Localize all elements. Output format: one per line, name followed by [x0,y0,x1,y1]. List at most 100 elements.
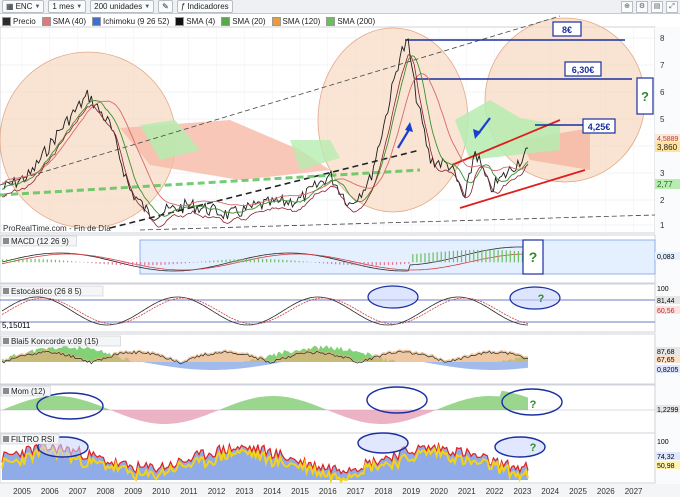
macd-bar [339,262,341,265]
macd-bar [351,262,353,266]
macd-bar [473,249,475,263]
x-tick-label: 2011 [180,487,198,496]
macd-bar [176,262,178,264]
macd-bar [444,251,446,263]
macd-bar [156,262,158,266]
macd-bar [34,258,36,263]
macd-bar [367,262,369,266]
macd-bar [123,262,126,266]
macd-bar [404,262,406,265]
macd-bar [144,262,146,266]
macd-bar [481,249,483,263]
macd-bar [363,262,365,266]
macd-bar [282,259,284,263]
macd-bar [160,262,162,265]
panel-title[interactable]: Blai5 Koncorde v.09 (15) [0,335,121,347]
macd-bar [225,259,227,263]
target-label-630: 6,30€ [572,65,595,75]
macd-bar [477,249,479,263]
macd-bar [217,260,219,263]
macd-bar [513,250,515,263]
highlight-ellipse-stoch-1 [367,285,419,309]
price-badge-2-text: 3,860 [657,143,678,152]
macd-bar [115,262,117,265]
macd-bar [322,262,325,264]
macd-bar [127,262,130,266]
macd-bar [87,262,89,263]
macd-bar [50,259,52,263]
macd-bar [148,262,150,266]
x-tick-label: 2022 [486,487,504,496]
macd-bar [400,262,402,265]
panel-icon [3,238,9,244]
rsi-tick-100: 100 [657,439,669,446]
macd-bar [184,262,186,264]
x-tick-label: 2006 [41,487,59,496]
panel-title-text: Mom (12) [11,387,46,396]
macd-bar [30,258,32,263]
macd-bar [424,253,426,263]
panel-title[interactable]: Estocástico (26 8 5) [0,285,104,297]
macd-value: 0,083 [657,254,675,261]
question-mark: ? [529,249,538,265]
macd-bar [253,258,256,263]
macd-bar [111,262,113,265]
konc-value-1: 87,68 [657,349,675,356]
macd-bar [131,262,134,266]
target-box-8[interactable]: 8€ [552,21,582,37]
price-badge-3-text: 2,77 [657,180,673,189]
macd-bar [249,258,251,263]
mom-value: 1,2299 [657,407,679,414]
macd-bar [188,262,191,263]
macd-bar [266,258,268,263]
macd-bar [2,259,4,263]
macd-bar [221,259,223,263]
x-tick-label: 2021 [458,487,476,496]
panel-icon [3,436,9,442]
stoch-left-value: 5,15011 [2,321,31,330]
macd-bar [14,258,16,263]
question-mark: ? [641,89,649,104]
chart-canvas: 8€ 6,30€ 4,25€ ? 87654321 4,5889 3,860 2… [0,15,680,497]
macd-bar [140,262,142,266]
panel-icon [3,288,9,294]
panel-title[interactable]: MACD (12 26 9) [0,235,77,247]
macd-bar [66,260,69,263]
rsi-value-1: 74,32 [657,454,675,461]
panel-title[interactable]: FILTRO RSI [0,433,60,445]
macd-bar [99,262,101,264]
macd-bar [505,250,507,263]
konc-value-2: 67,65 [657,357,675,364]
macd-bar [42,259,44,263]
macd-bar [38,259,40,263]
panel-title-text: MACD (12 26 9) [11,237,69,246]
macd-bar [314,262,316,263]
macd-bar [497,250,499,263]
macd-bar [136,262,138,266]
macd-bar [237,259,239,263]
macd-bar [18,258,20,263]
x-tick-label: 2020 [430,487,448,496]
panel-title-text: Blai5 Koncorde v.09 (15) [11,337,99,346]
question-mark: ? [530,399,537,411]
macd-bar [485,249,487,263]
macd-bar [172,262,174,265]
price-badge-1-text: 4,5889 [657,136,679,143]
target-box-425[interactable]: 4,25€ [582,118,616,134]
x-tick-label: 2007 [69,487,87,496]
question-mark: ? [538,293,545,305]
panel-title[interactable]: Mom (12) [0,385,51,397]
macd-bar [412,254,414,263]
macd-bar [335,262,337,265]
macd-bar [103,262,105,265]
macd-bar [257,258,260,263]
y-tick-label: 7 [660,61,665,70]
macd-bar [164,262,166,265]
macd-bar [489,249,491,263]
macd-bar [22,258,24,263]
stoch-value-1: 81,44 [657,298,675,305]
macd-bar [383,262,385,266]
y-tick-label: 5 [660,115,665,124]
rsi-value-2: 50,98 [657,463,675,470]
target-box-630[interactable]: 6,30€ [564,61,602,77]
